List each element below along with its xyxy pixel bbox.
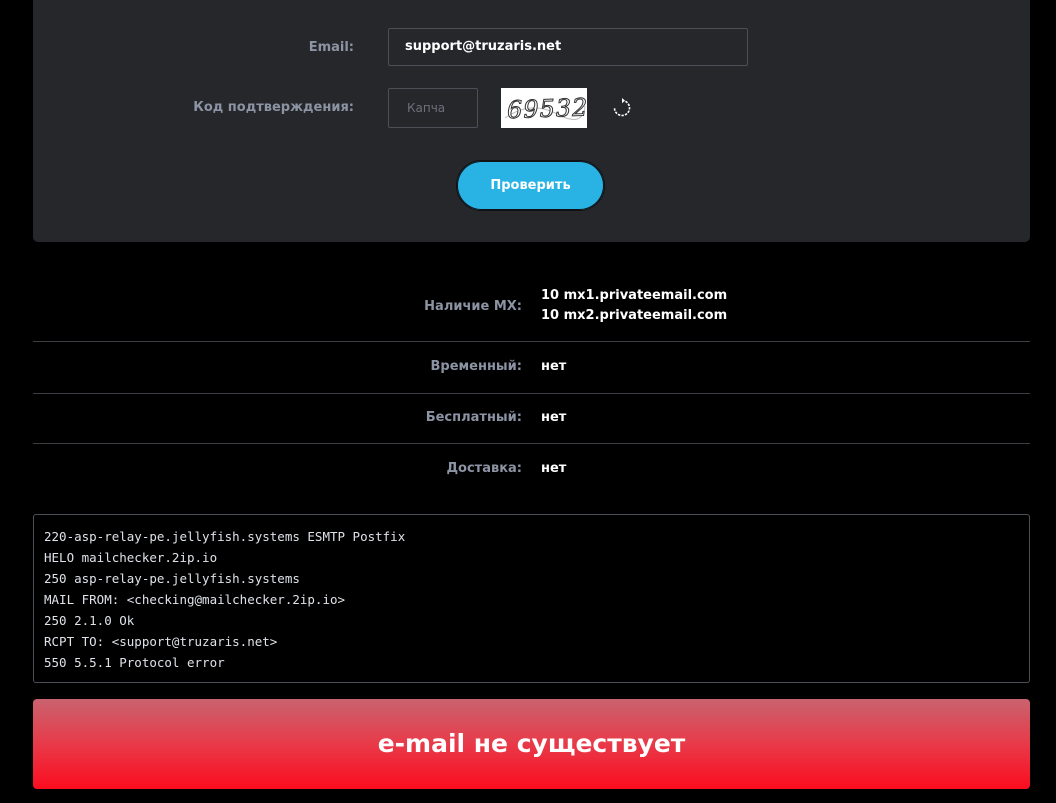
status-banner: e-mail не существует: [33, 699, 1030, 789]
temporary-value: нет: [541, 359, 567, 374]
log-line: RCPT TO: <support@truzaris.net>: [44, 634, 278, 649]
results-table: Наличие MX: 10 mx1.privateemail.com 10 m…: [33, 270, 1030, 496]
delivery-value: нет: [541, 461, 567, 476]
captcha-image: 69532: [501, 88, 589, 128]
email-field[interactable]: [388, 28, 748, 66]
log-line: 220-asp-relay-pe.jellyfish.systems ESMTP…: [44, 529, 406, 544]
smtp-log[interactable]: 220-asp-relay-pe.jellyfish.systems ESMTP…: [33, 514, 1030, 683]
result-row-delivery: Доставка: нет: [33, 444, 1030, 496]
log-line: HELO mailchecker.2ip.io: [44, 550, 218, 565]
result-row-mx: Наличие MX: 10 mx1.privateemail.com 10 m…: [33, 270, 1030, 342]
temporary-label: Временный:: [430, 359, 522, 374]
check-form: Email: Код подтверждения: 69532 Проверит…: [33, 0, 1030, 242]
log-line: 550 5.5.1 Protocol error: [44, 655, 225, 670]
log-line: 250 2.1.0 Ok: [44, 613, 135, 628]
mx-label: Наличие MX:: [424, 299, 522, 314]
mx-records: 10 mx1.privateemail.com 10 mx2.privateem…: [541, 286, 727, 326]
captcha-input[interactable]: [388, 88, 478, 128]
result-row-free: Бесплатный: нет: [33, 394, 1030, 444]
mx-record: 10 mx1.privateemail.com: [541, 288, 728, 303]
captcha-text: 69532: [507, 93, 587, 124]
log-line: MAIL FROM: <checking@mailchecker.2ip.io>: [44, 592, 346, 607]
result-row-temporary: Временный: нет: [33, 342, 1030, 394]
captcha-label: Код подтверждения:: [193, 100, 354, 115]
free-value: нет: [541, 410, 567, 425]
email-label: Email:: [308, 40, 354, 55]
refresh-icon[interactable]: [611, 97, 633, 119]
check-button[interactable]: Проверить: [456, 160, 605, 211]
log-line: 250 asp-relay-pe.jellyfish.systems: [44, 571, 300, 586]
free-label: Бесплатный:: [425, 410, 522, 425]
delivery-label: Доставка:: [446, 461, 522, 476]
mx-record: 10 mx2.privateemail.com: [541, 308, 728, 323]
